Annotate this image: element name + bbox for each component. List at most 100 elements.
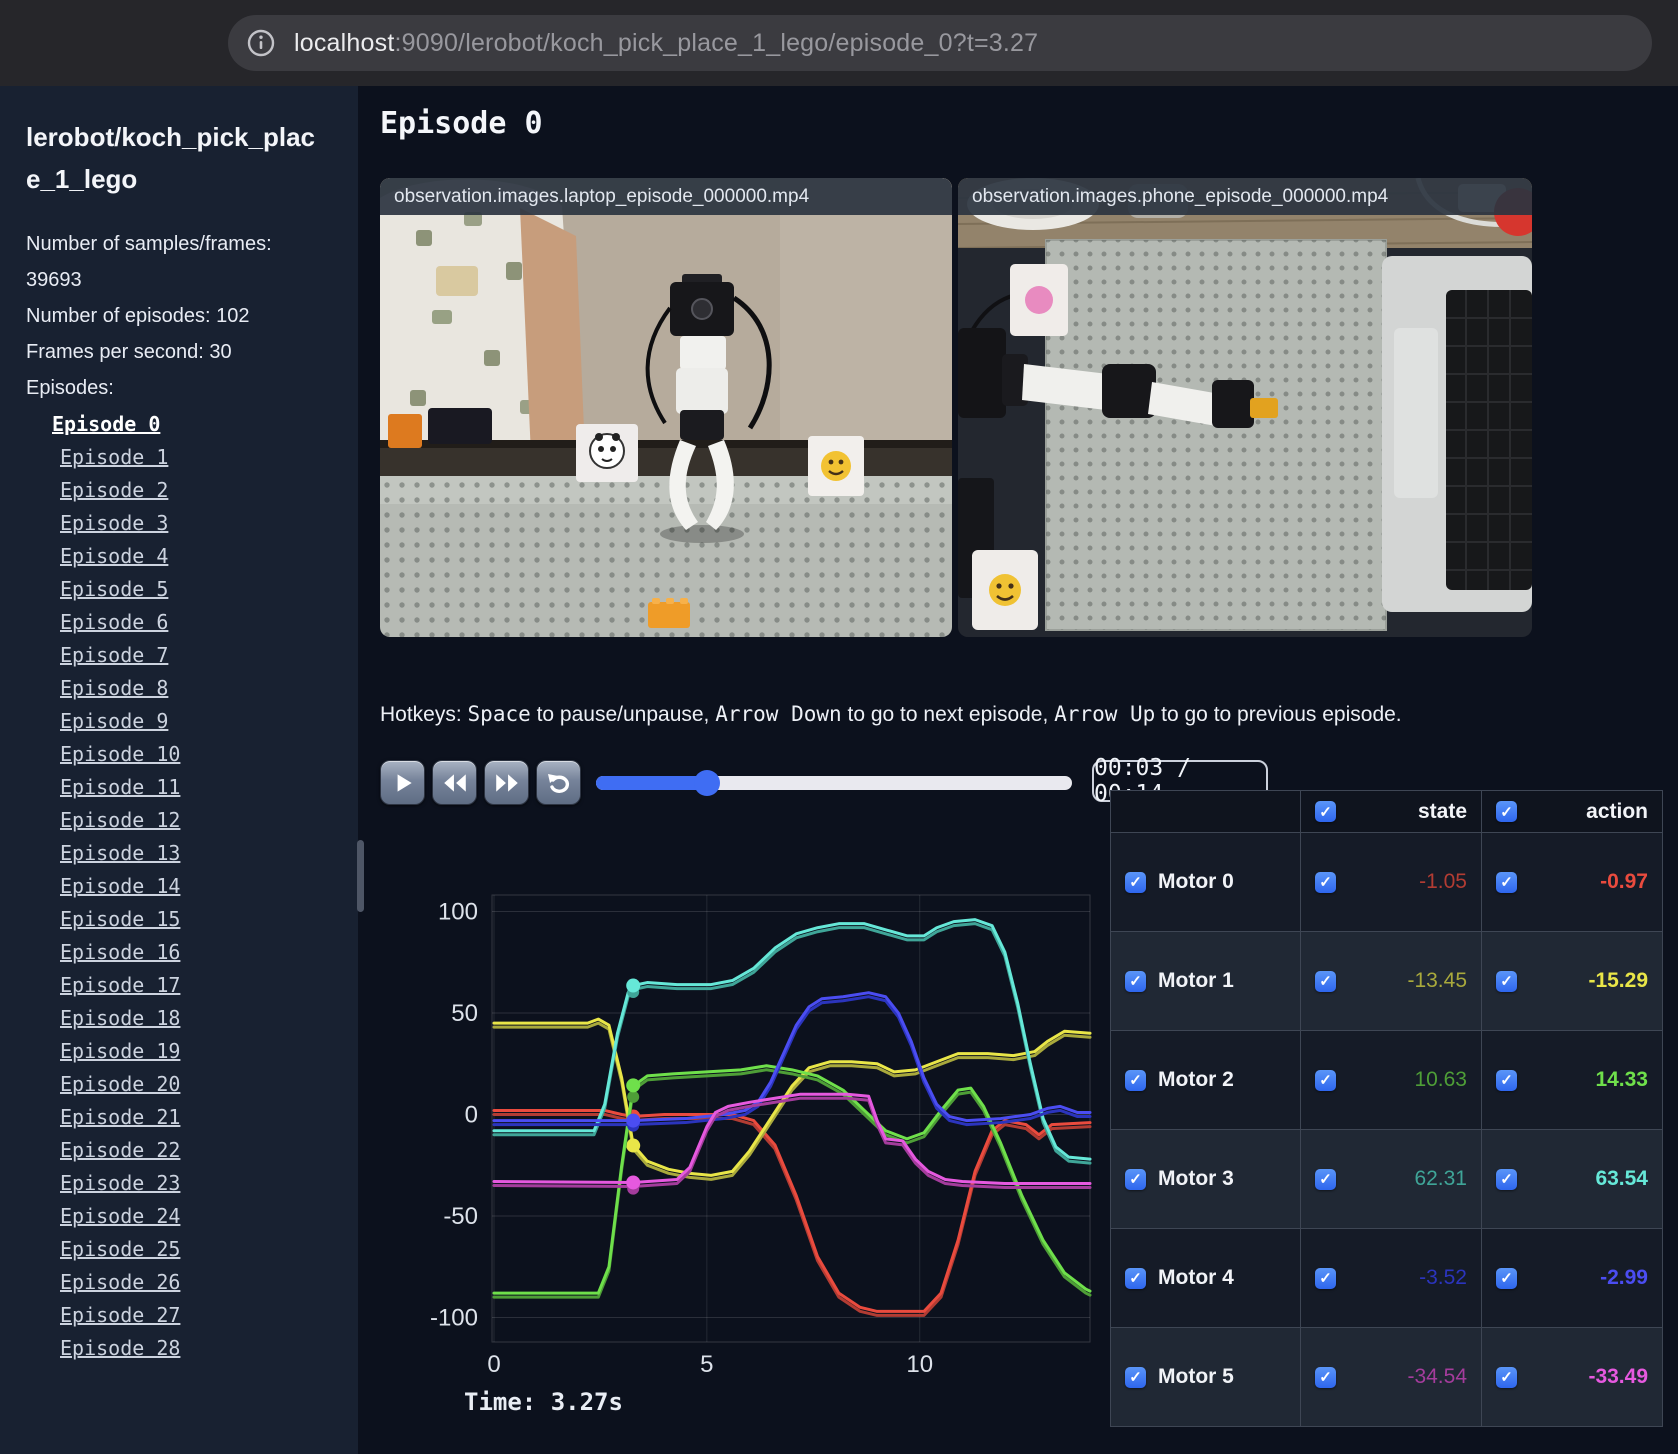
header-empty-cell — [1110, 790, 1300, 832]
sidebar-episode-link[interactable]: Episode 26 — [60, 1266, 180, 1299]
sidebar-episode-link[interactable]: Episode 19 — [60, 1035, 180, 1068]
state-checkbox[interactable]: ✓ — [1315, 1168, 1336, 1190]
scrollbar-thumb[interactable] — [357, 840, 364, 912]
action-checkbox[interactable]: ✓ — [1496, 1168, 1517, 1190]
video-phone[interactable]: observation.images.phone_episode_000000.… — [958, 178, 1532, 637]
motor-label: Motor 2 — [1158, 1068, 1234, 1091]
sidebar-episode-link[interactable]: Episode 3 — [60, 507, 168, 540]
state-value-cell: ✓ 10.63 — [1300, 1030, 1481, 1129]
motor-label: Motor 5 — [1158, 1365, 1234, 1388]
dataset-title: lerobot/koch_pick_place_1_lego — [26, 122, 315, 194]
motor-label-cell: ✓ Motor 0 — [1110, 832, 1300, 931]
rewind-button[interactable] — [432, 760, 477, 805]
motor-checkbox[interactable]: ✓ — [1125, 1168, 1146, 1190]
stat-samples: Number of samples/frames: 39693 — [26, 233, 272, 291]
sidebar-episode-link[interactable]: Episode 25 — [60, 1233, 180, 1266]
sidebar-episode-link[interactable]: Episode 18 — [60, 1002, 180, 1035]
state-checkbox[interactable]: ✓ — [1315, 1366, 1336, 1388]
emoji-box-smiley — [972, 550, 1038, 630]
video-caption-laptop: observation.images.laptop_episode_000000… — [380, 178, 952, 215]
emoji-box-panda — [576, 424, 638, 482]
slider-thumb[interactable] — [694, 770, 720, 796]
sidebar-episode-link[interactable]: Episode 24 — [60, 1200, 180, 1233]
sidebar-episode-link[interactable]: Episode 4 — [60, 540, 168, 573]
sidebar-episode-link[interactable]: Episode 2 — [60, 474, 168, 507]
sidebar-episode-link[interactable]: Episode 21 — [60, 1101, 180, 1134]
action-column-checkbox[interactable]: ✓ — [1496, 801, 1517, 822]
hotkeys-help: Hotkeys: Space to pause/unpause, Arrow D… — [380, 702, 1580, 727]
motor-checkbox[interactable]: ✓ — [1125, 1267, 1146, 1289]
sidebar-episode-link[interactable]: Episode 28 — [60, 1332, 180, 1365]
dataset-stats: Number of samples/frames: 39693 Number o… — [26, 226, 316, 406]
motor-checkbox[interactable]: ✓ — [1125, 1069, 1146, 1091]
state-column-checkbox[interactable]: ✓ — [1315, 801, 1336, 822]
sidebar-episode-link[interactable]: Episode 10 — [60, 738, 180, 771]
video-seek-slider[interactable] — [596, 770, 1072, 796]
state-value-cell: ✓ -1.05 — [1300, 832, 1481, 931]
sidebar-episode-link[interactable]: Episode 20 — [60, 1068, 180, 1101]
state-value-cell: ✓ -3.52 — [1300, 1228, 1481, 1327]
url-text: localhost:9090/lerobot/koch_pick_place_1… — [294, 29, 1038, 58]
motor-checkbox[interactable]: ✓ — [1125, 970, 1146, 992]
sidebar-episode-link[interactable]: Episode 6 — [60, 606, 168, 639]
motor-row: ✓ Motor 4 ✓ -3.52 ✓ -2.99 — [1110, 1228, 1662, 1327]
state-checkbox[interactable]: ✓ — [1315, 970, 1336, 992]
play-button[interactable] — [380, 760, 425, 805]
site-info-icon[interactable] — [244, 26, 278, 60]
hotkey-text: to pause/unpause, — [530, 703, 716, 726]
url-bar[interactable]: localhost:9090/lerobot/koch_pick_place_1… — [228, 15, 1652, 71]
motor-row: ✓ Motor 2 ✓ 10.63 ✓ 14.33 — [1110, 1030, 1662, 1129]
svg-text:50: 50 — [451, 1000, 478, 1027]
state-value-cell: ✓ -34.54 — [1300, 1327, 1481, 1426]
video-laptop[interactable]: observation.images.laptop_episode_000000… — [380, 178, 952, 637]
state-checkbox[interactable]: ✓ — [1315, 1069, 1336, 1091]
motor-label: Motor 1 — [1158, 969, 1234, 992]
sidebar-episode-link[interactable]: Episode 23 — [60, 1167, 180, 1200]
motor-checkbox[interactable]: ✓ — [1125, 1366, 1146, 1388]
motor-label: Motor 3 — [1158, 1167, 1234, 1190]
sidebar-episode-link[interactable]: Episode 16 — [60, 936, 180, 969]
state-checkbox[interactable]: ✓ — [1315, 871, 1336, 893]
sidebar-episode-link[interactable]: Episode 8 — [60, 672, 168, 705]
svg-text:5: 5 — [700, 1351, 713, 1378]
motor-label-cell: ✓ Motor 5 — [1110, 1327, 1300, 1426]
fast-forward-button[interactable] — [484, 760, 529, 805]
action-column-label: action — [1586, 799, 1648, 823]
svg-text:10: 10 — [906, 1351, 933, 1378]
sidebar-episode-link[interactable]: Episode 5 — [60, 573, 168, 606]
motor-label-cell: ✓ Motor 4 — [1110, 1228, 1300, 1327]
sidebar-episode-link[interactable]: Episode 13 — [60, 837, 180, 870]
sidebar-episode-link[interactable]: Episode 11 — [60, 771, 180, 804]
slider-fill — [596, 776, 707, 790]
table-header-row: ✓ state ✓ action — [1110, 790, 1662, 832]
action-checkbox[interactable]: ✓ — [1496, 871, 1517, 893]
sidebar-episode-link[interactable]: Episode 15 — [60, 903, 180, 936]
sidebar-episode-link[interactable]: Episode 17 — [60, 969, 180, 1002]
action-checkbox[interactable]: ✓ — [1496, 1366, 1517, 1388]
hotkey-text: Hotkeys: — [380, 703, 468, 726]
sidebar-episode-link[interactable]: Episode 1 — [60, 441, 168, 474]
motor-checkbox[interactable]: ✓ — [1125, 871, 1146, 893]
action-checkbox[interactable]: ✓ — [1496, 970, 1517, 992]
hotkey-key: Arrow Down — [715, 702, 842, 726]
loop-button[interactable] — [536, 760, 581, 805]
action-checkbox[interactable]: ✓ — [1496, 1069, 1517, 1091]
sidebar-episode-link[interactable]: Episode 12 — [60, 804, 180, 837]
sidebar-episode-link[interactable]: Episode 27 — [60, 1299, 180, 1332]
sidebar-episode-link[interactable]: Episode 0 — [52, 408, 160, 441]
action-value: -0.97 — [1600, 870, 1648, 893]
state-checkbox[interactable]: ✓ — [1315, 1267, 1336, 1289]
episodes-heading: Episodes: — [26, 377, 114, 399]
action-checkbox[interactable]: ✓ — [1496, 1267, 1517, 1289]
sidebar-episode-link[interactable]: Episode 22 — [60, 1134, 180, 1167]
motor-label-cell: ✓ Motor 2 — [1110, 1030, 1300, 1129]
motor-label-cell: ✓ Motor 1 — [1110, 931, 1300, 1030]
state-value: -34.54 — [1407, 1365, 1467, 1388]
url-path: :9090/lerobot/koch_pick_place_1_lego/epi… — [394, 28, 1039, 57]
action-value: -33.49 — [1588, 1365, 1648, 1388]
sidebar-episode-link[interactable]: Episode 7 — [60, 639, 168, 672]
svg-text:0: 0 — [465, 1102, 478, 1129]
sidebar-episode-link[interactable]: Episode 14 — [60, 870, 180, 903]
sidebar-episode-link[interactable]: Episode 9 — [60, 705, 168, 738]
motor-row: ✓ Motor 5 ✓ -34.54 ✓ -33.49 — [1110, 1327, 1662, 1426]
